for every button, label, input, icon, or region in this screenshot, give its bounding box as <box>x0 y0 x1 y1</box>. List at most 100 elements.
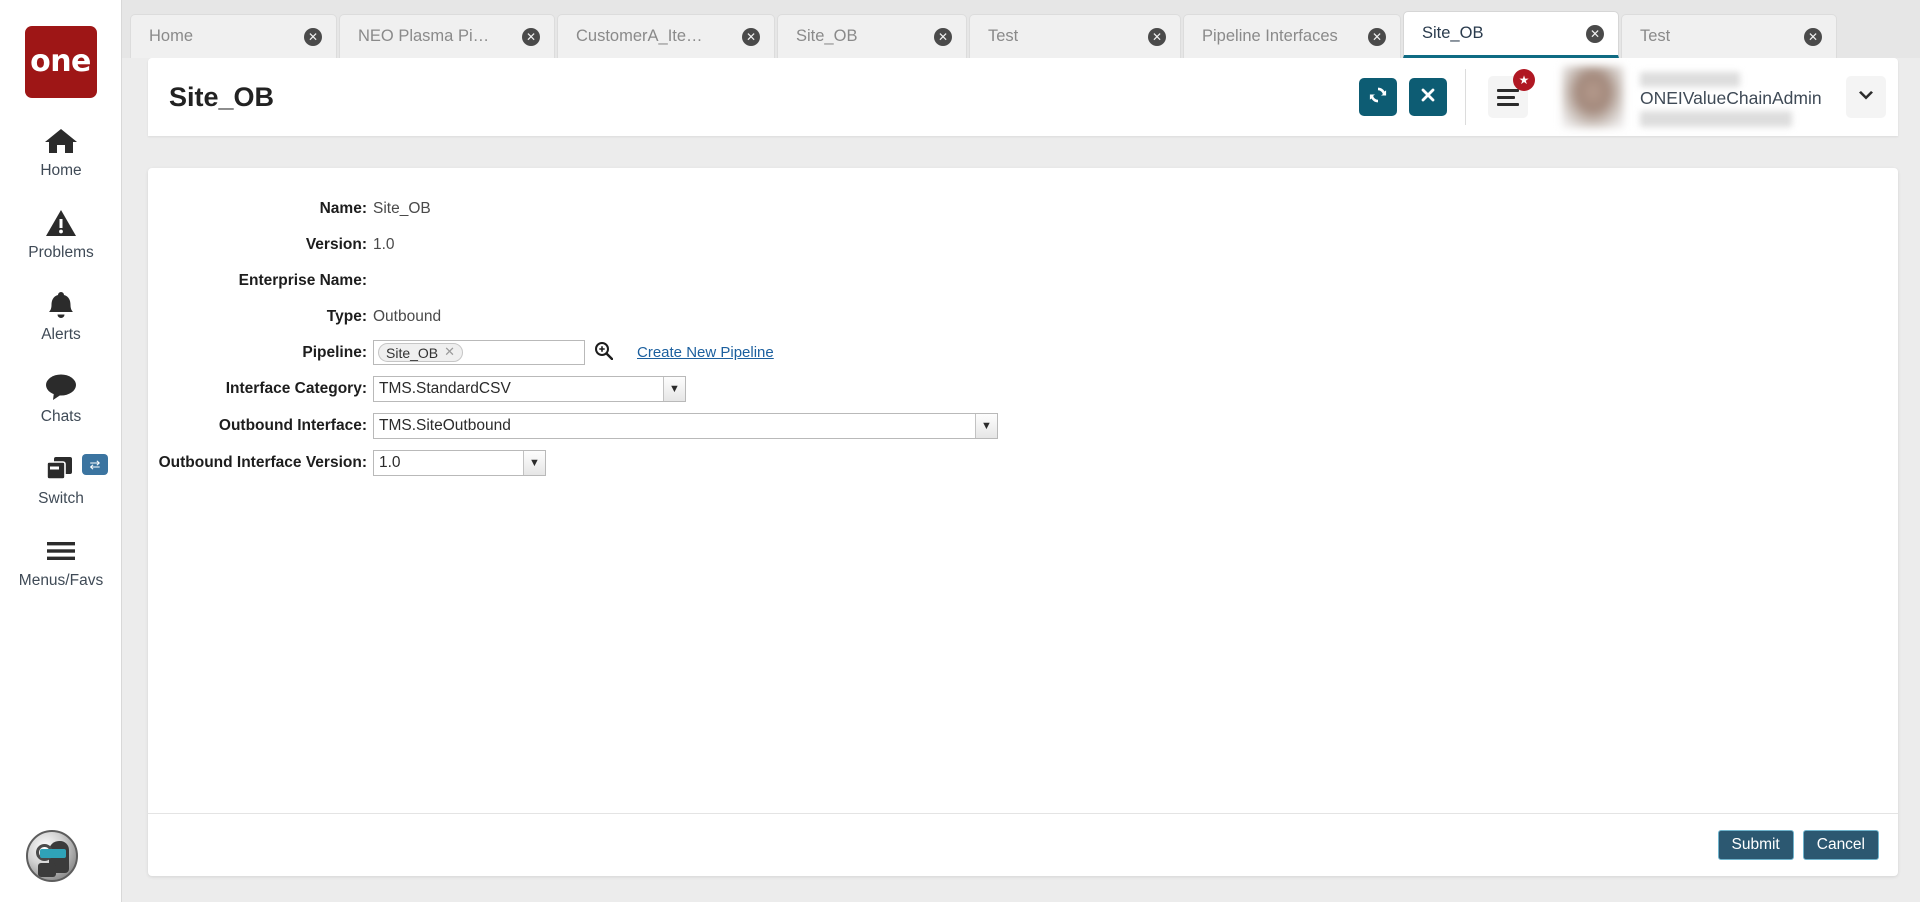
bell-icon <box>46 288 76 322</box>
close-x-icon <box>1419 86 1437 109</box>
sidebar-item-switch[interactable]: ⇄ Switch <box>0 452 122 508</box>
user-avatar[interactable] <box>1562 66 1624 128</box>
cancel-button[interactable]: Cancel <box>1802 830 1879 860</box>
tab-pipeline-interfaces[interactable]: Pipeline Interfaces ✕ <box>1183 14 1401 58</box>
search-magnifier-icon <box>594 341 614 365</box>
user-info-block[interactable]: ONEIValueChainAdmin <box>1632 66 1828 128</box>
tab-test-2[interactable]: Test ✕ <box>1621 14 1837 58</box>
tab-test-1[interactable]: Test ✕ <box>969 14 1181 58</box>
tab-label: Pipeline Interfaces <box>1202 27 1338 45</box>
sidebar-item-menus-favs[interactable]: Menus/Favs <box>0 534 122 590</box>
chat-bubble-icon <box>45 370 77 404</box>
create-new-pipeline-link[interactable]: Create New Pipeline <box>637 344 774 361</box>
header-divider <box>1465 69 1466 125</box>
sidebar-item-label: Problems <box>28 244 94 261</box>
sidebar-item-label: Menus/Favs <box>18 572 104 589</box>
tab-customera-item-ib[interactable]: CustomerA_Item_IB ✕ <box>557 14 775 58</box>
page-header-card: Site_OB ★ ONEIValueChainAdmin <box>148 58 1898 136</box>
user-menu-toggle[interactable] <box>1846 76 1886 118</box>
swap-arrows-icon[interactable]: ⇄ <box>82 454 108 475</box>
form-value-version: 1.0 <box>373 235 395 253</box>
tab-close-icon[interactable]: ✕ <box>304 27 322 46</box>
tab-neo-plasma-pipelines[interactable]: NEO Plasma Pipelines ✕ <box>339 14 555 58</box>
form-label: Enterprise Name: <box>238 271 367 289</box>
windows-stack-icon <box>44 452 78 486</box>
home-icon <box>44 124 78 158</box>
form-row-name: Name: Site_OB <box>148 196 1898 221</box>
refresh-button[interactable] <box>1359 78 1397 116</box>
tab-close-icon[interactable]: ✕ <box>934 27 952 46</box>
form-label: Interface Category: <box>225 380 367 397</box>
chevron-down-icon: ▼ <box>663 377 685 401</box>
detail-form: Name: Site_OB Version: 1.0 Enterprise Na… <box>148 168 1898 813</box>
form-row-version: Version: 1.0 <box>148 232 1898 257</box>
tab-label: NEO Plasma Pipelines <box>358 27 496 45</box>
chevron-down-icon: ▼ <box>523 451 545 475</box>
form-row-outbound-interface-version: Outbound Interface Version: 1.0 ▼ <box>148 450 1898 476</box>
form-label: Name: <box>319 199 367 217</box>
tab-close-icon[interactable]: ✕ <box>1148 27 1166 46</box>
remove-x-icon[interactable]: ✕ <box>444 345 455 360</box>
chevron-down-icon: ▼ <box>975 414 997 438</box>
tab-close-icon[interactable]: ✕ <box>1586 24 1604 43</box>
form-row-pipeline: Pipeline: Site_OB ✕ Create New Pipeline <box>148 340 1898 365</box>
tab-home[interactable]: Home ✕ <box>130 14 337 58</box>
left-sidebar: one Home Problems Alerts Chats ⇄ Switch … <box>0 0 122 902</box>
sidebar-item-label: Home <box>40 162 82 179</box>
sidebar-item-label: Chats <box>40 408 82 425</box>
ai-visor-shape <box>40 849 66 858</box>
close-button[interactable] <box>1409 78 1447 116</box>
username-label: ONEIValueChainAdmin <box>1640 88 1822 108</box>
hamburger-icon <box>45 534 77 568</box>
form-row-outbound-interface: Outbound Interface: TMS.SiteOutbound ▼ <box>148 413 1898 439</box>
interface-category-value: TMS.StandardCSV <box>379 380 511 397</box>
app-root: one Home Problems Alerts Chats ⇄ Switch … <box>0 0 1920 902</box>
outbound-interface-select[interactable]: TMS.SiteOutbound ▼ <box>373 413 998 439</box>
submit-button[interactable]: Submit <box>1717 830 1794 860</box>
pipeline-input[interactable]: Site_OB ✕ <box>373 340 585 365</box>
tab-close-icon[interactable]: ✕ <box>1368 27 1386 46</box>
tab-site-ob-active[interactable]: Site_OB ✕ <box>1403 11 1619 58</box>
tab-bar: Home ✕ NEO Plasma Pipelines ✕ CustomerA_… <box>122 0 1920 58</box>
tab-close-icon[interactable]: ✕ <box>1804 27 1822 46</box>
favorites-menu-button[interactable]: ★ <box>1488 69 1535 118</box>
sidebar-item-label: Alerts <box>41 326 81 343</box>
sidebar-item-problems[interactable]: Problems <box>0 206 122 262</box>
content-card: Name: Site_OB Version: 1.0 Enterprise Na… <box>148 168 1898 876</box>
tab-close-icon[interactable]: ✕ <box>522 27 540 46</box>
chevron-down-icon <box>1858 87 1874 107</box>
form-label: Pipeline: <box>302 343 367 361</box>
brand-logo-text: one <box>30 44 91 79</box>
form-label: Version: <box>305 235 367 253</box>
page-title: Site_OB <box>169 81 275 112</box>
tab-label: Test <box>1640 27 1671 45</box>
header-actions: ★ ONEIValueChainAdmin <box>1359 66 1898 128</box>
outbound-interface-version-value: 1.0 <box>379 454 401 471</box>
pipeline-search-button[interactable] <box>594 341 614 365</box>
hamburger-menu-icon <box>1497 85 1519 110</box>
ai-body-shape <box>38 863 56 877</box>
form-value-type: Outbound <box>373 307 442 325</box>
tab-close-icon[interactable]: ✕ <box>742 27 760 46</box>
form-row-enterprise-name: Enterprise Name: <box>148 268 1898 293</box>
sidebar-item-alerts[interactable]: Alerts <box>0 288 122 344</box>
warning-triangle-icon <box>45 206 77 240</box>
outbound-interface-version-select[interactable]: 1.0 ▼ <box>373 450 546 476</box>
ai-assistant-orb-icon[interactable] <box>26 830 78 882</box>
user-redacted-role <box>1640 111 1792 127</box>
pipeline-token: Site_OB ✕ <box>378 343 464 362</box>
pipeline-token-label: Site_OB <box>386 344 439 361</box>
interface-category-select[interactable]: TMS.StandardCSV ▼ <box>373 376 686 402</box>
tab-label: CustomerA_Item_IB <box>576 27 716 45</box>
card-footer: Submit Cancel <box>148 813 1898 876</box>
tab-label: Site_OB <box>1422 24 1484 42</box>
tab-site-ob-1[interactable]: Site_OB ✕ <box>777 14 967 58</box>
refresh-icon <box>1368 85 1388 110</box>
sidebar-item-chats[interactable]: Chats <box>0 370 122 426</box>
sidebar-item-home[interactable]: Home <box>0 124 122 180</box>
tab-label: Test <box>988 27 1019 45</box>
outbound-interface-value: TMS.SiteOutbound <box>379 417 511 434</box>
tab-label: Site_OB <box>796 27 858 45</box>
brand-logo[interactable]: one <box>24 26 97 98</box>
form-row-type: Type: Outbound <box>148 304 1898 329</box>
